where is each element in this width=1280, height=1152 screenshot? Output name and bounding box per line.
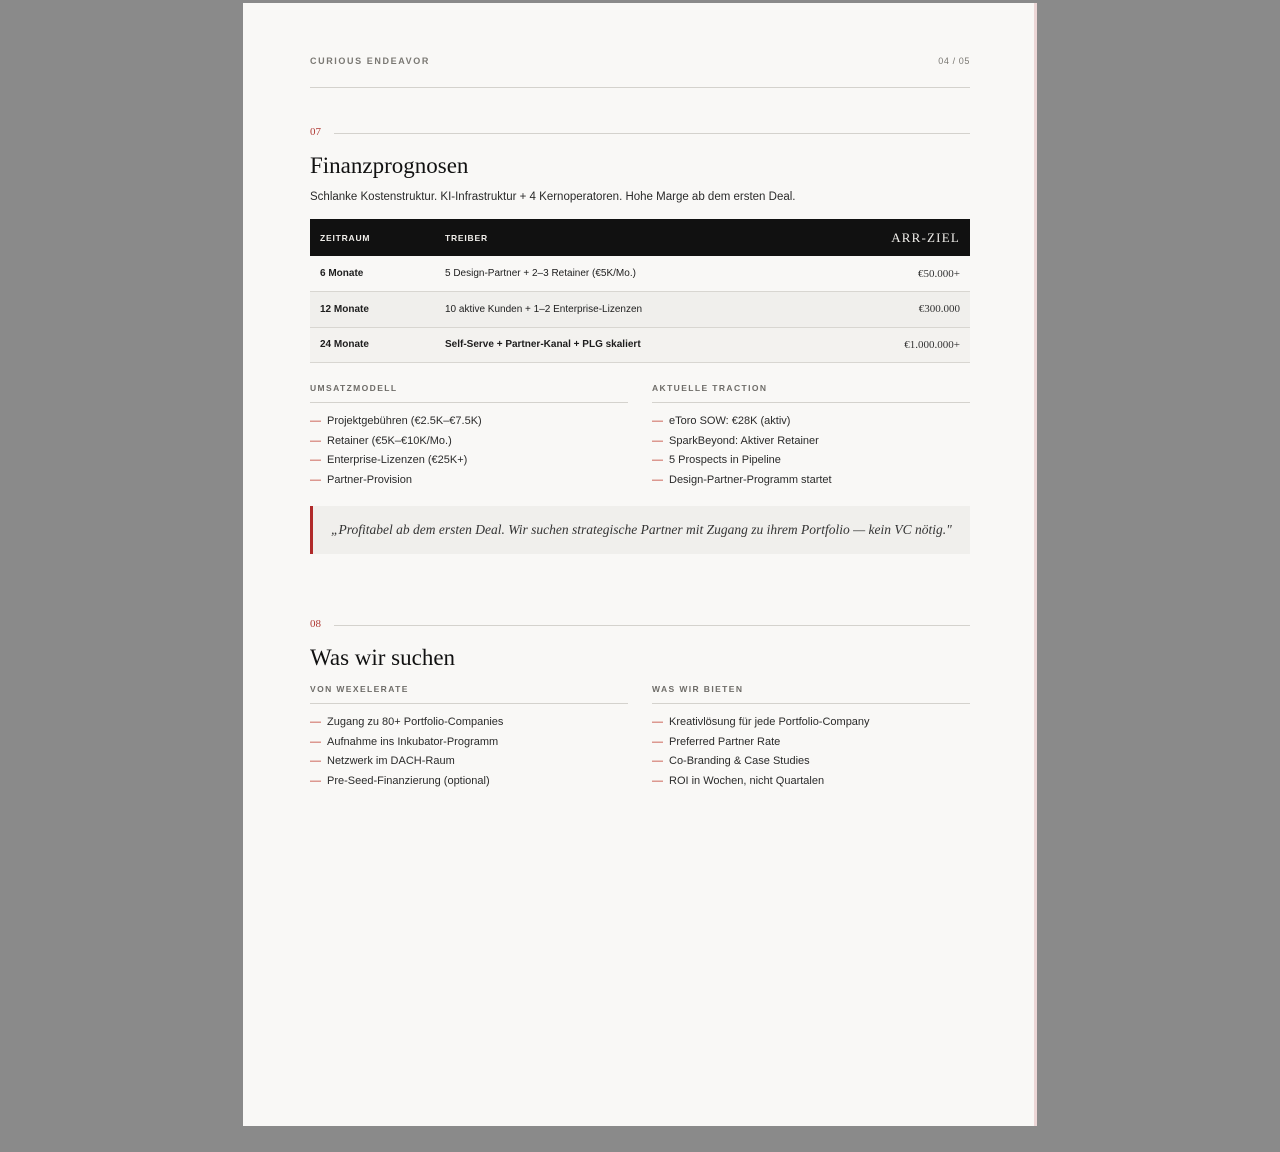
dash-bullet: — — [652, 755, 663, 768]
section-rule — [334, 133, 970, 134]
cell-period: 6 Monate — [310, 256, 435, 292]
cell-period: 24 Monate — [310, 327, 435, 363]
table-row: 24 Monate Self-Serve + Partner-Kanal + P… — [310, 327, 970, 363]
list-item-text: Design-Partner-Programm startet — [669, 474, 832, 487]
list-item-text: Kreativlösung für jede Portfolio-Company — [669, 716, 870, 728]
dash-bullet: — — [652, 474, 663, 487]
seek-heading: VON WEXELERATE — [310, 684, 628, 704]
list-item: — SparkBeyond: Aktiver Retainer — [652, 432, 970, 452]
table-row: 12 Monate 10 aktive Kunden + 1–2 Enterpr… — [310, 291, 970, 328]
dash-bullet: — — [310, 755, 321, 768]
list-item-text: Netzwerk im DACH-Raum — [327, 755, 455, 768]
revenue-model-column: UMSATZMODELL — Projektgebühren (€2.5K–€7.… — [310, 383, 628, 491]
list-item: — Aufnahme ins Inkubator-Programm — [310, 733, 628, 753]
section-number: 08 — [310, 618, 321, 630]
section-07-marker: 07 — [310, 126, 970, 140]
list-item-text: SparkBeyond: Aktiver Retainer — [669, 434, 819, 447]
list-item-text: Pre-Seed-Finanzierung (optional) — [327, 775, 490, 788]
list-item: — ROI in Wochen, nicht Quartalen — [652, 772, 970, 792]
table-row: 6 Monate 5 Design-Partner + 2–3 Retainer… — [310, 256, 970, 292]
dash-bullet: — — [310, 716, 321, 728]
section-intro: Schlanke Kostenstruktur. KI-Infrastruktu… — [310, 191, 796, 203]
cell-period: 12 Monate — [310, 291, 435, 328]
offer-heading: WAS WIR BIETEN — [652, 684, 970, 704]
list-item-text: ROI in Wochen, nicht Quartalen — [669, 775, 825, 788]
list-item: — Preferred Partner Rate — [652, 733, 970, 753]
seek-list: — Zugang zu 80+ Portfolio-Companies — Aufn… — [310, 713, 628, 792]
list-item: — Kreativlösung für jede Portfolio-Compan… — [652, 713, 970, 733]
list-item: — Netzwerk im DACH-Raum — [310, 752, 628, 772]
list-item: — Projektgebühren (€2.5K–€7.5K) — [310, 412, 628, 432]
dash-bullet: — — [652, 735, 663, 748]
list-item-text: Zugang zu 80+ Portfolio-Companies — [327, 716, 504, 728]
list-item: — Co-Branding & Case Studies — [652, 752, 970, 772]
list-item-text: 5 Prospects in Pipeline — [669, 454, 781, 467]
cell-arr: €300.000 — [814, 291, 970, 328]
offer-list: — Kreativlösung für jede Portfolio-Compan… — [652, 713, 970, 792]
cell-drivers: 5 Design-Partner + 2–3 Retainer (€5K/Mo.… — [435, 256, 815, 292]
section-number: 07 — [310, 126, 321, 138]
dash-bullet: — — [652, 716, 663, 728]
list-item: — eToro SOW: €28K (aktiv) — [652, 412, 970, 432]
col-header-drivers: TREIBER — [445, 232, 488, 243]
traction-column: AKTUELLE TRACTION — eToro SOW: €28K (akti… — [652, 383, 970, 491]
dash-bullet: — — [652, 454, 663, 467]
section-08-marker: 08 — [310, 618, 970, 632]
dash-bullet: — — [310, 474, 321, 487]
list-item-text: Projektgebühren (€2.5K–€7.5K) — [327, 415, 482, 427]
list-item-text: Aufnahme ins Inkubator-Programm — [327, 735, 499, 748]
dash-bullet: — — [652, 415, 663, 427]
dash-bullet: — — [652, 775, 663, 788]
list-item-text: Partner-Provision — [327, 474, 412, 487]
brand-name: CURIOUS ENDEAVOR — [310, 56, 430, 66]
list-item: — Retainer (€5K–€10K/Mo.) — [310, 432, 628, 452]
dash-bullet: — — [310, 434, 321, 447]
traction-list: — eToro SOW: €28K (aktiv) — SparkBeyond: A… — [652, 412, 970, 491]
col-header-period: ZEITRAUM — [320, 232, 371, 243]
cell-drivers: Self-Serve + Partner-Kanal + PLG skalier… — [435, 327, 815, 363]
cell-drivers: 10 aktive Kunden + 1–2 Enterprise-Lizenz… — [435, 291, 815, 328]
list-item: — Design-Partner-Programm startet — [652, 471, 970, 491]
quote-text: „Profitabel ab dem ersten Deal. Wir such… — [331, 522, 952, 537]
cell-arr: €1.000.000+ — [814, 327, 970, 363]
revenue-model-list: — Projektgebühren (€2.5K–€7.5K) — Retainer… — [310, 412, 628, 491]
cell-arr: €50.000+ — [814, 256, 970, 292]
offer-column: WAS WIR BIETEN — Kreativlösung für jede P… — [652, 684, 970, 792]
list-item-text: eToro SOW: €28K (aktiv) — [669, 415, 791, 427]
list-item: — Zugang zu 80+ Portfolio-Companies — [310, 713, 628, 733]
col-header-arr-target: ARR-ZIEL — [891, 229, 960, 245]
list-item-text: Co-Branding & Case Studies — [669, 755, 810, 768]
pull-quote: „Profitabel ab dem ersten Deal. Wir such… — [310, 506, 970, 554]
dash-bullet: — — [310, 775, 321, 788]
financial-forecast-table: ZEITRAUM TREIBER ARR-ZIEL 6 Monate 5 Des… — [310, 219, 970, 363]
section-title-financials: Finanzprognosen — [310, 153, 469, 178]
list-item: — Pre-Seed-Finanzierung (optional) — [310, 772, 628, 792]
seek-column: VON WEXELERATE — Zugang zu 80+ Portfolio-… — [310, 684, 628, 792]
table-header-row: ZEITRAUM TREIBER ARR-ZIEL — [310, 219, 970, 256]
dash-bullet: — — [310, 735, 321, 748]
revenue-model-heading: UMSATZMODELL — [310, 383, 628, 403]
list-item-text: Enterprise-Lizenzen (€25K+) — [327, 454, 468, 467]
list-item: — Enterprise-Lizenzen (€25K+) — [310, 451, 628, 471]
page-number: 04 / 05 — [938, 56, 970, 66]
section-title-seeking: Was wir suchen — [310, 645, 456, 670]
document-page: CURIOUS ENDEAVOR 04 / 05 07 Finanzprogno… — [243, 3, 1037, 1126]
list-item: — Partner-Provision — [310, 471, 628, 491]
page-header: CURIOUS ENDEAVOR 04 / 05 — [310, 56, 970, 88]
section-rule — [334, 625, 970, 626]
list-item: — 5 Prospects in Pipeline — [652, 451, 970, 471]
dash-bullet: — — [310, 454, 321, 467]
dash-bullet: — — [652, 434, 663, 447]
traction-heading: AKTUELLE TRACTION — [652, 383, 970, 403]
list-item-text: Preferred Partner Rate — [669, 735, 781, 748]
dash-bullet: — — [310, 415, 321, 427]
list-item-text: Retainer (€5K–€10K/Mo.) — [327, 434, 452, 447]
